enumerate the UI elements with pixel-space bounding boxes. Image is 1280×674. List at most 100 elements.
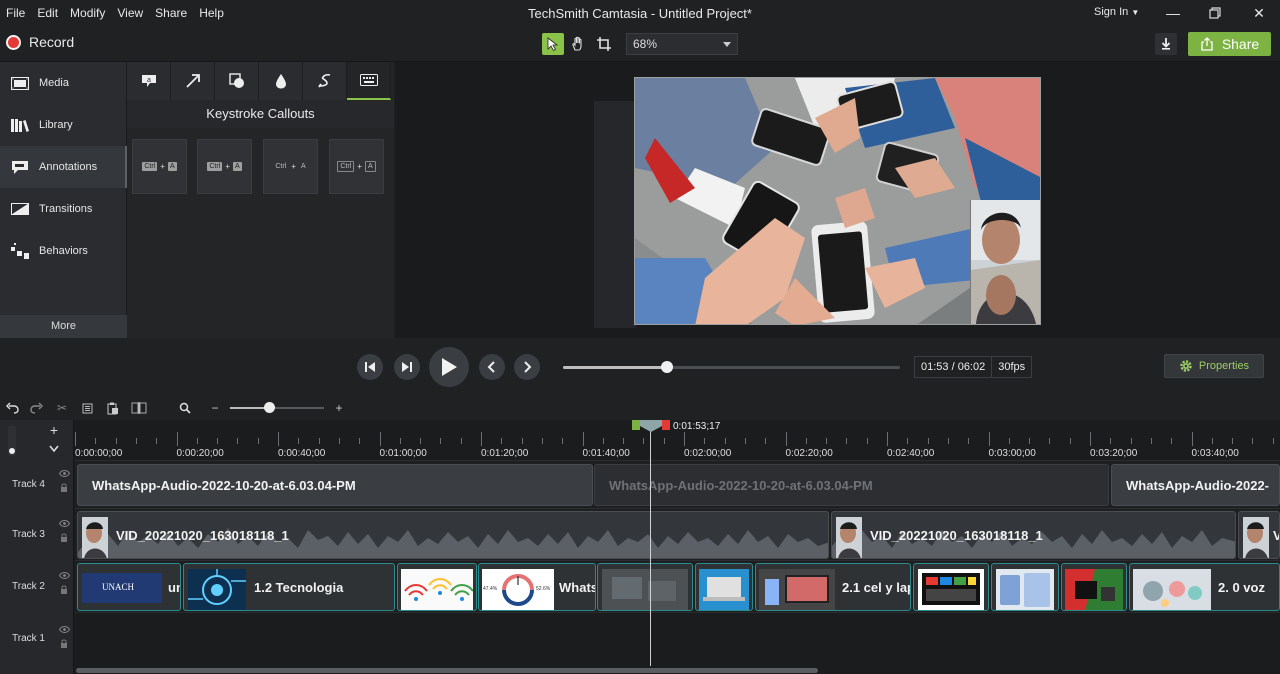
keystroke-callout-4[interactable]: Ctrl + A [329, 139, 384, 194]
person-thumbnail [836, 517, 862, 558]
cut-button[interactable]: ✂ [54, 400, 70, 416]
eye-icon[interactable] [58, 520, 70, 527]
keyboard-icon [359, 74, 378, 86]
sign-in-button[interactable]: Sign In ▼ [1094, 6, 1139, 18]
chevron-right-icon [524, 361, 532, 373]
crop-tool-button[interactable] [593, 33, 615, 55]
video-clip[interactable]: VID_20221020_163018118_1 [77, 511, 829, 559]
track-2-lane[interactable]: UNACH un 1.2 Tecnologia 47.4% 52.6% What… [75, 560, 1280, 612]
add-track-button[interactable]: + [40, 422, 68, 440]
sidebar-item-annotations[interactable]: Annotations [0, 146, 127, 188]
download-button[interactable] [1155, 33, 1177, 55]
audio-clip[interactable]: WhatsApp-Audio-2022-10-20-at-6.03.04-PM [594, 464, 1109, 506]
track-4-lane[interactable]: WhatsApp-Audio-2022-10-20-at-6.03.04-PM … [75, 460, 1280, 508]
audio-clip[interactable]: WhatsApp-Audio-2022-10-20-at-6.03.04-PM [77, 464, 593, 506]
webcam-overlay[interactable] [970, 200, 1040, 324]
next-marker-button[interactable] [514, 354, 540, 380]
menu-modify[interactable]: Modify [70, 6, 105, 20]
paste-button[interactable] [105, 400, 121, 416]
menu-view[interactable]: View [117, 6, 143, 20]
wifi-icons-thumbnail [401, 569, 473, 610]
step-forward-button[interactable] [394, 354, 420, 380]
eye-icon[interactable] [58, 470, 70, 477]
image-clip[interactable]: 2.1 cel y lap [755, 563, 911, 611]
copy-icon [82, 403, 93, 414]
menu-edit[interactable]: Edit [37, 6, 58, 20]
properties-button[interactable]: Properties [1164, 354, 1264, 378]
eye-icon[interactable] [58, 572, 70, 579]
timeline-zoom-handle[interactable] [264, 402, 275, 413]
scrubber-track[interactable] [563, 366, 900, 369]
keystroke-callout-2[interactable]: Ctrl + A [197, 139, 252, 194]
zoom-out-button[interactable]: − [207, 400, 223, 416]
clip-title: WhatsApp-Audio-2022-10-20-at-6.03.04-PM [92, 478, 356, 493]
image-clip[interactable] [913, 563, 989, 611]
collapse-tracks-button[interactable] [40, 442, 68, 456]
close-button[interactable]: ✕ [1250, 4, 1268, 22]
image-clip[interactable]: 2. 0 voz [1129, 563, 1280, 611]
split-button[interactable] [131, 400, 147, 416]
image-clip[interactable]: UNACH un [77, 563, 181, 611]
redo-button[interactable] [29, 400, 45, 416]
image-clip[interactable] [597, 563, 693, 611]
ruler-tick [887, 432, 888, 446]
image-clip[interactable] [991, 563, 1059, 611]
share-button[interactable]: Share [1188, 32, 1271, 56]
image-clip[interactable] [695, 563, 753, 611]
video-clip[interactable]: VID_20221020_163018118_1 [831, 511, 1236, 559]
technology-thumbnail [188, 569, 246, 610]
tab-keystrokes[interactable] [347, 62, 391, 100]
clip-title: V [1273, 528, 1279, 543]
image-clip[interactable]: 47.4% 52.6% Whats [478, 563, 596, 611]
track-height-slider[interactable] [8, 426, 16, 456]
eye-icon[interactable] [58, 626, 70, 633]
track-height-handle[interactable] [9, 448, 15, 454]
lock-icon[interactable] [60, 585, 68, 594]
image-clip[interactable]: 1.2 Tecnologia [183, 563, 395, 611]
sidebar-item-transitions[interactable]: Transitions [0, 188, 127, 230]
tab-blur[interactable] [259, 62, 303, 100]
previous-marker-button[interactable] [479, 354, 505, 380]
copy-button[interactable] [80, 400, 96, 416]
sidebar-more-button[interactable]: More [0, 315, 127, 338]
audio-clip[interactable]: WhatsApp-Audio-2022- [1111, 464, 1280, 506]
sidebar-item-media[interactable]: Media [0, 62, 127, 104]
clip-thumbnail: 47.4% 52.6% [482, 569, 554, 610]
maximize-button[interactable] [1206, 4, 1224, 22]
video-clip[interactable]: V [1238, 511, 1280, 559]
lock-icon[interactable] [60, 533, 68, 542]
image-clip[interactable] [397, 563, 477, 611]
playhead-handle[interactable] [632, 420, 670, 432]
track-1-lane[interactable] [75, 612, 1280, 668]
play-button[interactable] [429, 347, 469, 387]
menu-file[interactable]: File [6, 6, 25, 20]
zoom-to-fit-button[interactable] [177, 400, 193, 416]
tab-arrows[interactable] [171, 62, 215, 100]
keystroke-callout-1[interactable]: Ctrl + A [132, 139, 187, 194]
tab-callouts[interactable]: a [127, 62, 171, 100]
timeline-zoom-slider[interactable] [230, 407, 324, 409]
minimize-button[interactable]: — [1164, 4, 1182, 22]
timeline-horizontal-scrollbar[interactable] [76, 668, 818, 673]
keystroke-callout-3[interactable]: Ctrl + A [263, 139, 318, 194]
pan-tool-button[interactable] [567, 33, 589, 55]
person-thumbnail [82, 517, 108, 558]
record-button[interactable]: Record [6, 34, 74, 50]
select-tool-button[interactable] [542, 33, 564, 55]
undo-button[interactable] [4, 400, 20, 416]
menu-share[interactable]: Share [155, 6, 187, 20]
lock-icon[interactable] [60, 483, 68, 492]
track-3-lane[interactable]: VID_20221020_163018118_1 VID_20221020_16… [75, 508, 1280, 560]
tab-sketch[interactable] [303, 62, 347, 100]
menu-help[interactable]: Help [199, 6, 224, 20]
zoom-in-button[interactable]: + [331, 400, 347, 416]
image-clip[interactable] [1061, 563, 1127, 611]
lock-icon[interactable] [60, 639, 68, 648]
step-back-button[interactable] [357, 354, 383, 380]
sidebar-item-behaviors[interactable]: Behaviors [0, 230, 127, 272]
scrubber-handle[interactable] [661, 361, 674, 373]
zoom-select[interactable]: 68% [626, 33, 738, 55]
tab-shapes[interactable] [215, 62, 259, 100]
clip-title: 2.1 cel y lap [842, 580, 911, 595]
sidebar-item-library[interactable]: Library [0, 104, 127, 146]
